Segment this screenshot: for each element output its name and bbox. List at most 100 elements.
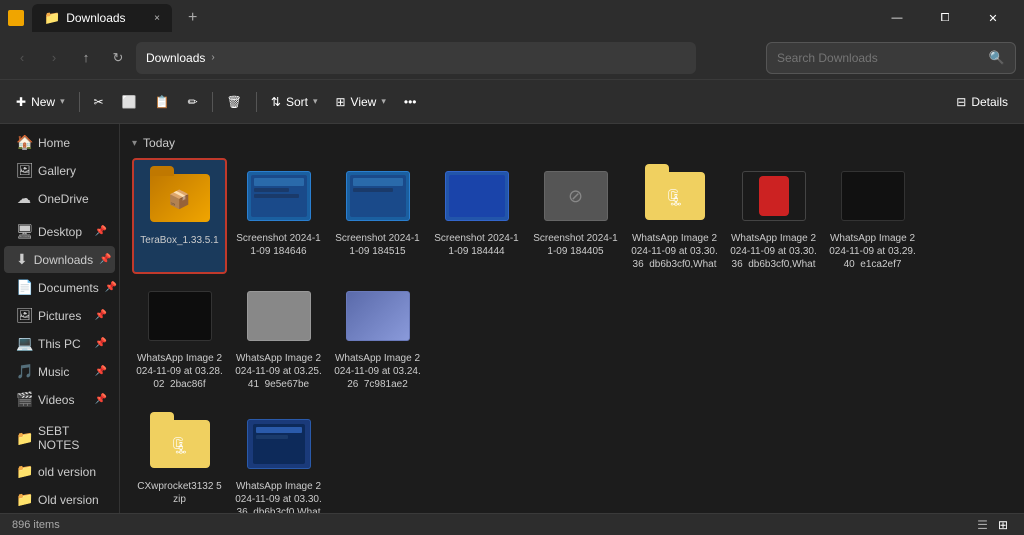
- file-item-ss3[interactable]: Screenshot 2024-11-09 184444: [429, 158, 524, 274]
- details-icon: ⊟: [956, 95, 966, 109]
- oldver2-icon: 📁: [16, 491, 32, 508]
- file-item-ss1[interactable]: Screenshot 2024-11-09 184646: [231, 158, 326, 274]
- view-icon: ⊞: [335, 95, 345, 109]
- sidebar: 🏠 Home 🖼 Gallery ☁ OneDrive 🖥 Desktop 📌 …: [0, 124, 120, 513]
- sidebar-label-home: Home: [38, 136, 70, 150]
- sidebar-item-gallery[interactable]: 🖼 Gallery: [4, 157, 115, 184]
- sidebar-label-oldver1: old version: [38, 465, 96, 479]
- zip-folder-icon-1: [645, 172, 705, 220]
- sidebar-item-documents[interactable]: 📄 Documents 📌: [4, 274, 115, 301]
- toolbar: ✚ New ▾ ✂ ⬜ 📋 ✏ 🗑 ⇅ Sort ▾ ⊞ View ▾ ••• …: [0, 80, 1024, 124]
- sidebar-item-onedrive[interactable]: ☁ OneDrive: [4, 185, 115, 212]
- file-name-zip1: WhatsApp Image 2024-11-09 at 03.30.36_db…: [631, 232, 718, 268]
- sidebar-label-thispc: This PC: [38, 337, 81, 351]
- sidebar-label-desktop: Desktop: [38, 225, 82, 239]
- rename-icon: ✏: [188, 95, 198, 109]
- view-button[interactable]: ⊞ View ▾: [327, 86, 393, 118]
- minimize-button[interactable]: —: [874, 2, 920, 34]
- file-item-ss2[interactable]: Screenshot 2024-11-09 184515: [330, 158, 425, 274]
- pin-icon-videos: 📌: [95, 394, 107, 405]
- file-icon-wa4: [247, 284, 311, 348]
- file-item-wa5[interactable]: WhatsApp Image 2024-11-09 at 03.24.26_7c…: [330, 278, 425, 394]
- rename-button[interactable]: ✏: [180, 86, 206, 118]
- cut-button[interactable]: ✂: [86, 86, 112, 118]
- new-tab-button[interactable]: +: [180, 9, 205, 27]
- list-view-button[interactable]: ☰: [973, 516, 992, 534]
- file-name-wa2: WhatsApp Image 2024-11-09 at 03.29.40_e1…: [829, 232, 916, 268]
- paste-icon: 📋: [155, 95, 170, 109]
- sidebar-item-pictures[interactable]: 🖼 Pictures 📌: [4, 302, 115, 329]
- more-button[interactable]: •••: [396, 86, 425, 118]
- grid-view-button[interactable]: ⊞: [994, 516, 1012, 534]
- new-label: New: [31, 95, 55, 109]
- wa-thumb-5: [346, 291, 410, 341]
- file-item-cxw[interactable]: CXwprocket3132 5zip: [132, 406, 227, 513]
- content-area: ▾ Today 📦 TeraBox_1.33.5.1: [120, 124, 1024, 513]
- details-button[interactable]: ⊟ Details: [948, 86, 1016, 118]
- search-input[interactable]: [777, 51, 983, 65]
- search-box[interactable]: 🔍: [766, 42, 1016, 74]
- file-item-wa1[interactable]: WhatsApp Image 2024-11-09 at 03.30.36_db…: [726, 158, 821, 274]
- active-tab[interactable]: 📁 Downloads ×: [32, 4, 172, 32]
- file-item-zip1[interactable]: WhatsApp Image 2024-11-09 at 03.30.36_db…: [627, 158, 722, 274]
- back-button[interactable]: ‹: [8, 44, 36, 72]
- today-files-grid: 📦 TeraBox_1.33.5.1 Screenshot: [132, 158, 1012, 394]
- file-icon-ss1: [247, 164, 311, 228]
- wa-thumb-4: [247, 291, 311, 341]
- file-name-ss3: Screenshot 2024-11-09 184444: [433, 232, 520, 258]
- tab-close-button[interactable]: ×: [154, 13, 160, 24]
- window-controls: — ⧠ ✕: [874, 2, 1016, 34]
- music-icon: 🎵: [16, 363, 32, 380]
- address-pill[interactable]: Downloads ›: [136, 42, 696, 74]
- cut-icon: ✂: [94, 95, 104, 109]
- pin-icon-pictures: 📌: [95, 310, 107, 321]
- file-item-wa2[interactable]: WhatsApp Image 2024-11-09 at 03.29.40_e1…: [825, 158, 920, 274]
- file-item-wa3[interactable]: WhatsApp Image 2024-11-09 at 03.28.02_2b…: [132, 278, 227, 394]
- delete-button[interactable]: 🗑: [219, 86, 250, 118]
- delete-icon: 🗑: [227, 95, 242, 109]
- file-icon-terabox: 📦: [148, 166, 212, 230]
- file-name-terabox: TeraBox_1.33.5.1: [140, 234, 218, 247]
- file-item-wa4[interactable]: WhatsApp Image 2024-11-09 at 03.25.41_9e…: [231, 278, 326, 394]
- sort-button[interactable]: ⇅ Sort ▾: [263, 86, 326, 118]
- close-button[interactable]: ✕: [970, 2, 1016, 34]
- path-chevron: ›: [211, 52, 214, 63]
- sidebar-item-videos[interactable]: 🎬 Videos 📌: [4, 386, 115, 413]
- screenshot-thumb-2: [346, 171, 410, 221]
- sort-chevron: ▾: [313, 96, 318, 107]
- copy-button[interactable]: ⬜: [114, 86, 145, 118]
- sort-label: Sort: [286, 95, 308, 109]
- screenshot-thumb-4: ⊘: [544, 171, 608, 221]
- sidebar-item-thispc[interactable]: 💻 This PC 📌: [4, 330, 115, 357]
- title-bar: 📁 Downloads × + — ⧠ ✕: [0, 0, 1024, 36]
- file-name-wa4: WhatsApp Image 2024-11-09 at 03.25.41_9e…: [235, 352, 322, 388]
- details-label: Details: [971, 95, 1008, 109]
- file-item-ss4[interactable]: ⊘ Screenshot 2024-11-09 184405: [528, 158, 623, 274]
- sidebar-item-oldver2[interactable]: 📁 Old version: [4, 486, 115, 513]
- address-bar: ‹ › ↑ ↻ Downloads › 🔍: [0, 36, 1024, 80]
- sidebar-item-home[interactable]: 🏠 Home: [4, 129, 115, 156]
- sebt-icon: 📁: [16, 430, 32, 447]
- refresh-button[interactable]: ↻: [104, 44, 132, 72]
- paste-button[interactable]: 📋: [147, 86, 178, 118]
- sidebar-item-sebt[interactable]: 📁 SEBT NOTES: [4, 419, 115, 457]
- new-icon: ✚: [16, 95, 26, 109]
- file-item-wa-row2[interactable]: WhatsApp Image 2024-11-09 at 03.30.36_db…: [231, 406, 326, 513]
- maximize-button[interactable]: ⧠: [922, 2, 968, 34]
- wa-thumb-3: [148, 291, 212, 341]
- pictures-icon: 🖼: [16, 307, 32, 324]
- new-button[interactable]: ✚ New ▾: [8, 86, 73, 118]
- sidebar-item-downloads[interactable]: ⬇ Downloads 📌: [4, 246, 115, 273]
- file-item-terabox[interactable]: 📦 TeraBox_1.33.5.1: [132, 158, 227, 274]
- forward-button[interactable]: ›: [40, 44, 68, 72]
- sidebar-label-music: Music: [38, 365, 69, 379]
- up-button[interactable]: ↑: [72, 44, 100, 72]
- main-area: 🏠 Home 🖼 Gallery ☁ OneDrive 🖥 Desktop 📌 …: [0, 124, 1024, 513]
- toolbar-separator-1: [79, 92, 80, 112]
- sidebar-item-music[interactable]: 🎵 Music 📌: [4, 358, 115, 385]
- sidebar-item-desktop[interactable]: 🖥 Desktop 📌: [4, 218, 115, 245]
- sidebar-item-oldver1[interactable]: 📁 old version: [4, 458, 115, 485]
- file-icon-wa3: [148, 284, 212, 348]
- wa-thumb-2: [841, 171, 905, 221]
- search-icon: 🔍: [989, 50, 1005, 66]
